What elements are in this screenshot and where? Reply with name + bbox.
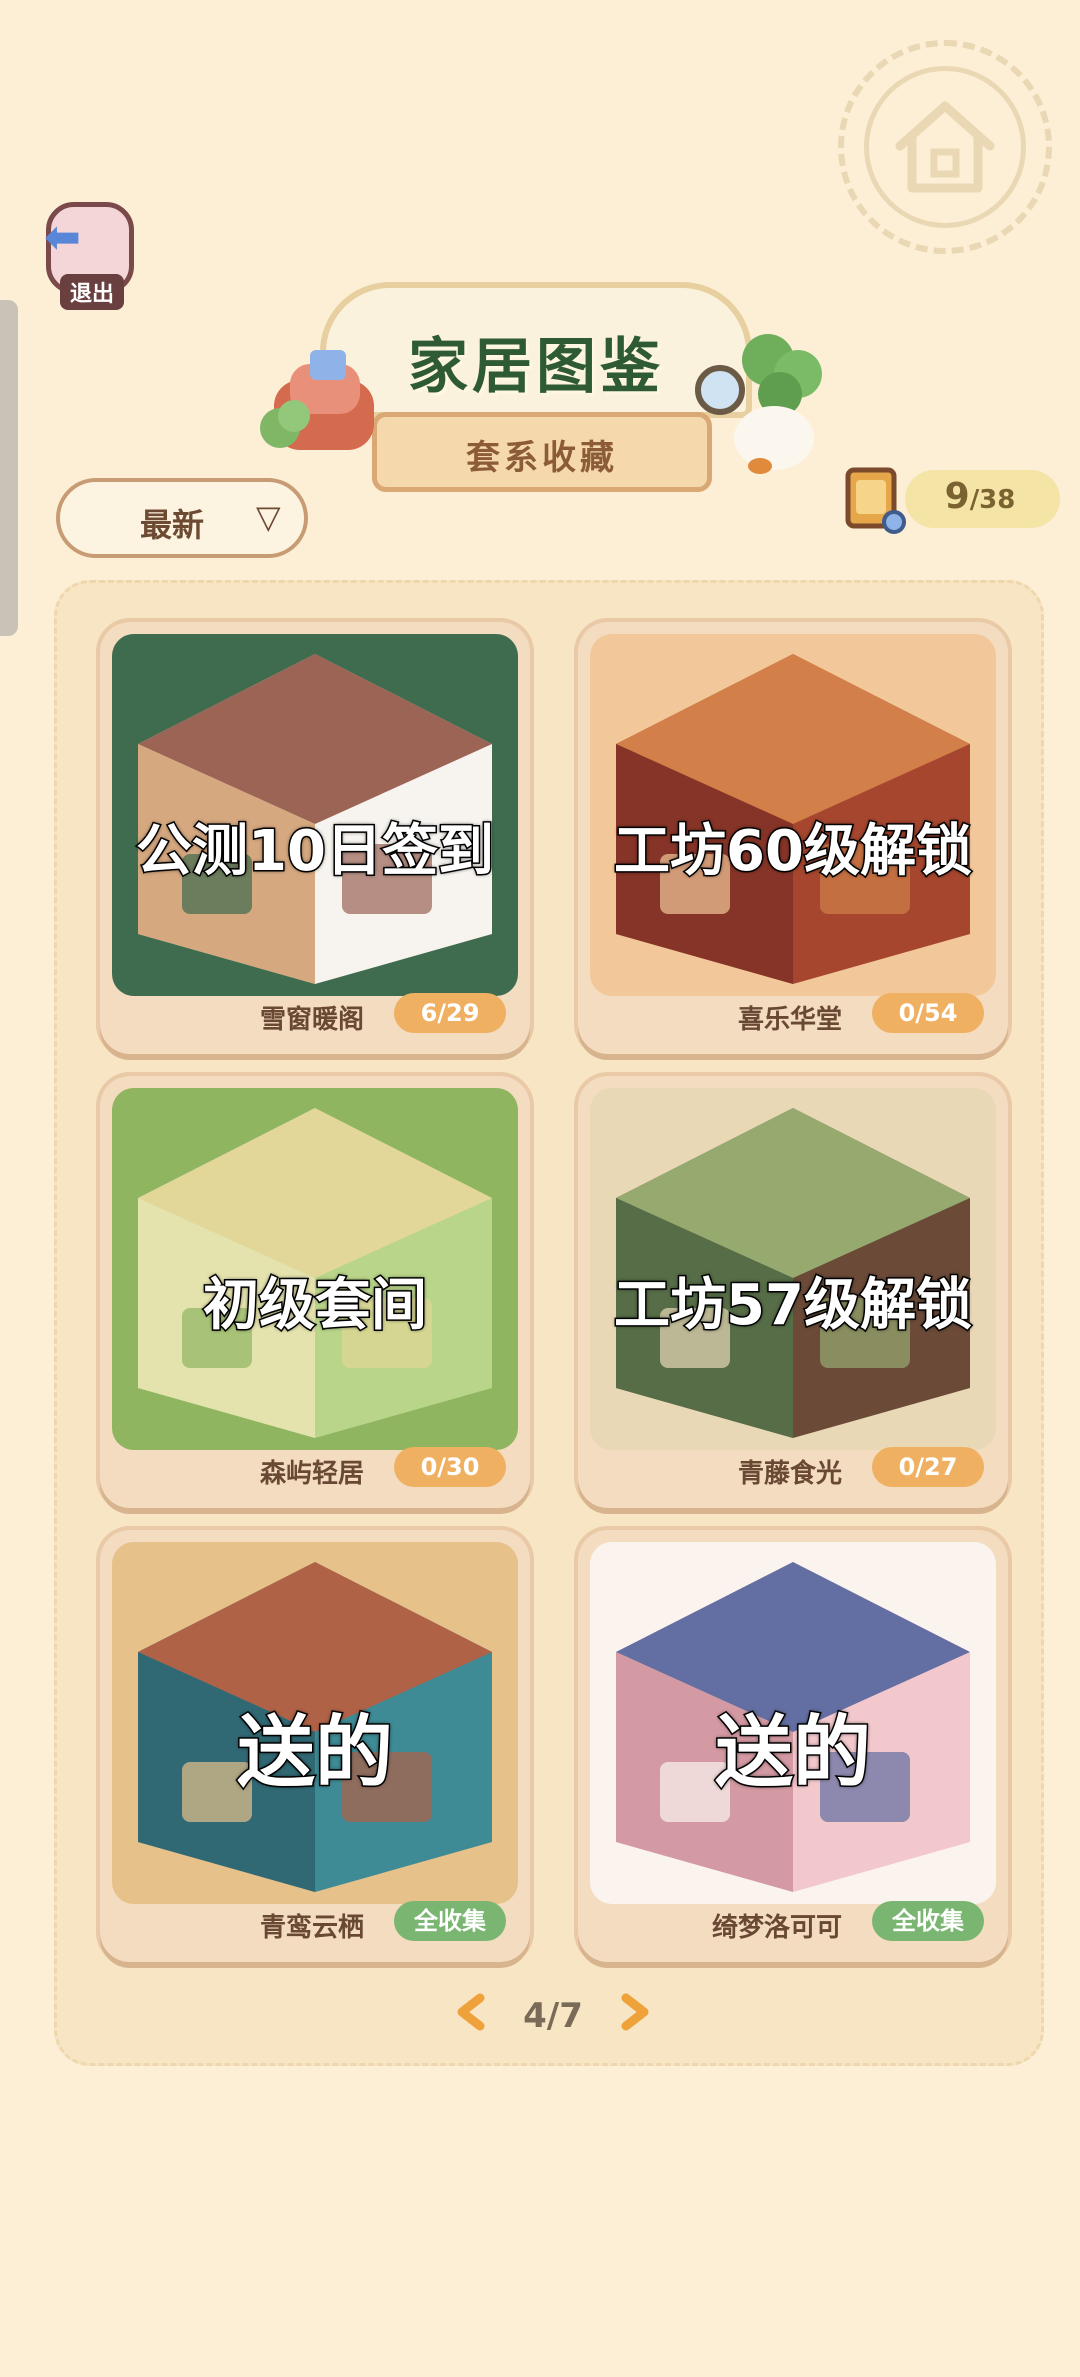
exit-button[interactable]: ⬅ 退出	[38, 192, 142, 310]
card-caption: 初级套间	[202, 1272, 429, 1340]
card-progress-badge: 0/27	[872, 1447, 984, 1487]
collection-card[interactable]: 公测10日签到雪窗暖阁 6/29	[100, 622, 530, 1054]
collection-card[interactable]: 工坊57级解锁青藤食光 0/27	[578, 1076, 1008, 1508]
collection-card[interactable]: 初级套间森屿轻居 0/30	[100, 1076, 530, 1508]
counter-text: 9/38	[905, 476, 1055, 517]
card-progress-badge: 6/29	[394, 993, 506, 1033]
card-caption: 工坊57级解锁	[613, 1272, 974, 1340]
card-caption: 工坊60级解锁	[613, 818, 974, 886]
card-caption: 公测10日签到	[135, 818, 496, 886]
exit-label: 退出	[60, 274, 124, 310]
prev-page-button[interactable]	[452, 1992, 492, 2032]
page-indicator: 4/7	[523, 1996, 583, 2036]
collection-book-icon	[845, 467, 906, 534]
card-set-name: 雪窗暖阁	[259, 1005, 364, 1035]
card-caption: 送的	[235, 1707, 394, 1800]
card-set-name: 青鸾云栖	[259, 1913, 364, 1943]
clover-mascot-icon	[695, 334, 822, 474]
card-progress-badge: 0/30	[394, 1447, 506, 1487]
sort-selected-label: 最新	[140, 506, 205, 544]
collection-card[interactable]: 工坊60级解锁喜乐华堂 0/54	[578, 622, 1008, 1054]
collection-card[interactable]: 送的青鸾云栖 全收集	[100, 1530, 530, 1962]
card-progress-badge: 全收集	[394, 1901, 506, 1941]
collection-card[interactable]: 送的绮梦洛可可 全收集	[578, 1530, 1008, 1962]
card-set-name: 森屿轻居	[259, 1459, 364, 1489]
sofa-decoration-icon	[260, 350, 374, 450]
card-set-name: 绮梦洛可可	[711, 1913, 842, 1943]
counter-collected: 9	[944, 476, 970, 517]
card-caption: 送的	[713, 1707, 872, 1800]
sort-dropdown[interactable]: 最新 ▽	[56, 478, 308, 558]
card-progress-badge: 0/54	[872, 993, 984, 1033]
card-progress-badge: 全收集	[872, 1901, 984, 1941]
card-set-name: 喜乐华堂	[737, 1005, 842, 1035]
counter-total: /38	[969, 485, 1016, 515]
next-page-button[interactable]	[614, 1992, 654, 2032]
home-stamp-icon	[838, 40, 1052, 254]
page-subtitle: 套系收藏	[466, 438, 618, 478]
back-arrow-icon: ⬅	[44, 212, 81, 263]
card-set-name: 青藤食光	[737, 1459, 842, 1489]
dropdown-triangle-icon: ▽	[256, 498, 281, 536]
left-edge-handle[interactable]	[0, 300, 18, 636]
